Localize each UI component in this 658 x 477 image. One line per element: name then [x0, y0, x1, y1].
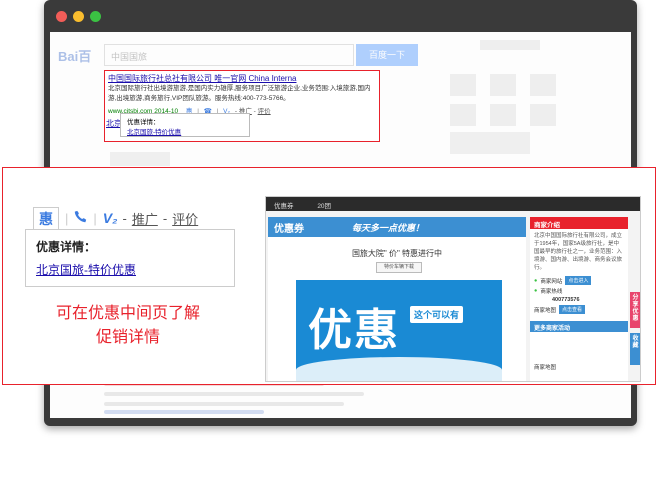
mini-discount-popup: 优惠详情： 北京国旅-特价优惠: [120, 113, 250, 137]
sidebar-heading: 商家介绍: [530, 217, 628, 229]
sidebar-row-hotline: ● 商家热线: [534, 288, 563, 295]
nav-coupons[interactable]: 优惠券: [274, 203, 294, 210]
banner-tag: 优惠券: [274, 224, 304, 235]
landing-page-thumbnail: 优惠券 20团 优惠券 每天多一点优惠！ 国旅大院" 价" 特惠进行中 特价车辆…: [265, 196, 641, 382]
hero-small-text: 这个可以有: [410, 306, 464, 323]
sidebar-row-website: ● 商家网站 点击进入: [530, 275, 628, 286]
hero-banner: 优惠 这个可以有: [296, 280, 502, 381]
sidebar-intro: 北京中国国际旅行社有限公司，成立于1954年，国家5A级旅行社，是中国最早的旅行…: [534, 233, 623, 271]
minimize-dot[interactable]: [73, 11, 84, 22]
download-button[interactable]: 特价车辆下载: [376, 262, 422, 273]
zoom-callout-panel: 惠 | | V₂ - 推广 - 评价 优惠详情： 北京国旅-特价优惠 可在优惠中…: [2, 167, 656, 385]
mini-popup-link[interactable]: 北京国旅-特价优惠: [127, 126, 243, 136]
maximize-dot[interactable]: [90, 11, 101, 22]
globe-icon: ●: [534, 277, 538, 284]
phone-small-icon: ●: [534, 288, 538, 294]
review-link[interactable]: 评价: [172, 209, 198, 228]
banner-slogan: 每天多一点优惠！: [352, 223, 425, 233]
close-dot[interactable]: [56, 11, 67, 22]
caption-text: 可在优惠中间页了解 促销详情: [55, 305, 200, 346]
landing-top-nav: 优惠券 20团: [266, 197, 640, 211]
result-description: 北京国际旅行社出境游旅游,是国内实力雄厚,服务项目广泛旅游企业,业务范围:入境旅…: [108, 85, 371, 102]
zoomed-icon-bar: 惠 | | V₂ - 推广 - 评价: [33, 207, 198, 229]
more-activities-heading: 更多商家活动: [530, 321, 628, 332]
discount-detail-popup: 优惠详情： 北京国旅-特价优惠: [25, 229, 235, 287]
baidu-logo: Bai百: [58, 49, 92, 64]
hero-wave-decoration: [296, 357, 502, 381]
visit-site-button[interactable]: 点击进入: [565, 276, 592, 285]
nav-group[interactable]: 20团: [317, 203, 331, 210]
landing-main: 优惠券 每天多一点优惠！ 国旅大院" 价" 特惠进行中 特价车辆下载 优惠 这个…: [268, 217, 526, 381]
hero-big-text: 优惠: [308, 306, 400, 355]
landing-headline: 国旅大院" 价" 特惠进行中: [351, 249, 443, 258]
merchant-map-label: 商家地图: [534, 365, 557, 371]
result-title-link[interactable]: 中国国际旅行社总社有限公司 唯一官网 China Interna: [108, 73, 296, 84]
discount-hui-icon[interactable]: 惠: [33, 207, 59, 229]
landing-sidebar: 商家介绍 北京中国国际旅行社有限公司，成立于1954年，国家5A级旅行社，是中国…: [530, 217, 628, 381]
phone-icon[interactable]: [74, 210, 87, 226]
mini-popup-heading: 优惠详情：: [127, 119, 160, 126]
detail-offer-link[interactable]: 北京国旅-特价优惠: [36, 261, 224, 278]
window-controls: [56, 11, 101, 22]
sidebar-row-number: 400773576: [552, 297, 580, 303]
share-discount-tab[interactable]: 分享优惠: [630, 292, 640, 328]
favorite-tab[interactable]: 收藏: [630, 333, 640, 365]
view-map-button[interactable]: 点击查看: [559, 305, 586, 314]
search-input[interactable]: 中国国旅: [104, 44, 354, 66]
v2-verified-icon[interactable]: V₂: [103, 210, 118, 226]
sidebar-row-map: 商家地图 点击查看: [530, 304, 628, 315]
search-button[interactable]: 百度一下: [356, 44, 418, 66]
promote-link[interactable]: 推广: [132, 209, 158, 228]
detail-heading: 优惠详情：: [36, 240, 97, 254]
landing-banner: 优惠券 每天多一点优惠！: [268, 217, 526, 237]
small-review-link[interactable]: 评价: [258, 108, 271, 115]
